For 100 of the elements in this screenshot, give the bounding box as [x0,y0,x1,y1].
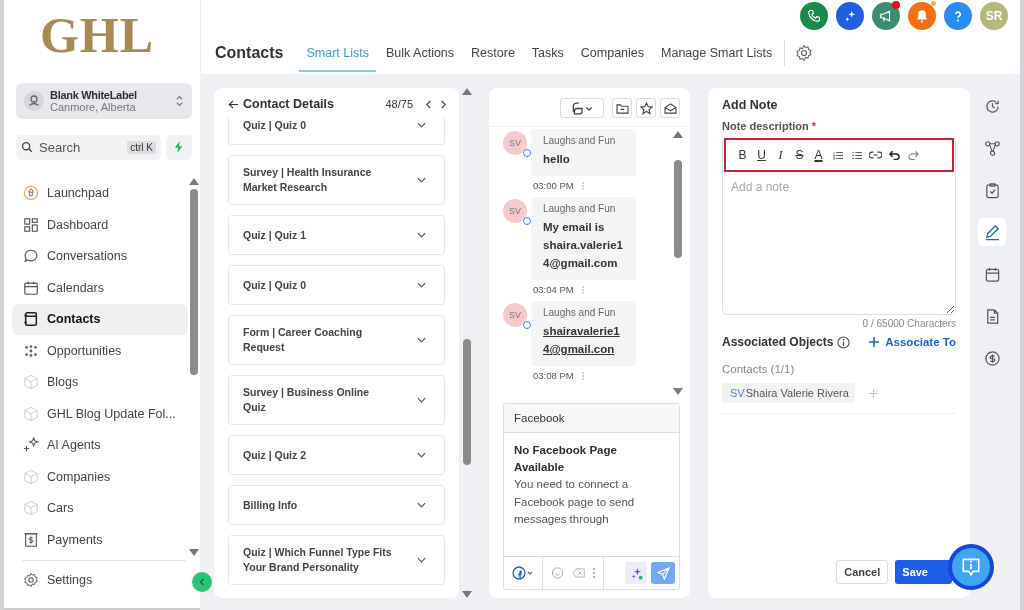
support-chat-button[interactable] [948,544,994,590]
ai-button[interactable] [625,562,647,584]
tab[interactable]: Bulk Actions [378,34,462,72]
sidebar-tab[interactable] [978,218,1006,246]
search-input[interactable]: Search [37,138,124,156]
help-button[interactable] [944,2,972,30]
section-title: Associated Objects [722,335,834,349]
chevron-down-icon [417,282,426,288]
nav-item[interactable]: Launchpad [12,177,188,209]
calendar-icon [23,279,39,296]
nav-item[interactable]: Blogs [12,366,188,398]
dots-icon [23,342,39,359]
page-title: Contacts [215,44,284,62]
collapsible-section[interactable]: Quiz | Quiz 0 [228,265,445,305]
sender-name: Laughs and Fun [543,307,617,318]
scrollbar[interactable] [461,88,473,598]
nav-item[interactable]: Opportunities [12,335,188,367]
field-label: Note description * [722,120,818,132]
dashboard-icon [23,216,39,233]
message-time: 03:04 PM [533,284,574,295]
search-icon [21,141,33,153]
chevron-down-icon [417,502,426,508]
bullet-list-icon [851,150,862,160]
cube-icon [23,500,39,517]
previous-icon[interactable] [425,99,432,109]
channel-title: Facebook [504,404,679,433]
star-icon [639,101,653,115]
notifications-button[interactable] [908,2,936,30]
workflow-icon [983,139,1001,157]
nav-item[interactable]: Conversations [12,240,188,272]
info-icon[interactable] [837,335,851,349]
calendar-icon [983,265,1001,283]
nav-item[interactable]: Contacts [12,303,188,335]
underline-button[interactable]: U [753,146,770,164]
nav-item[interactable]: GHL Blog Update Fol... [12,398,188,430]
italic-button[interactable]: I [772,146,789,164]
launchpad-icon [23,185,39,202]
collapsible-section[interactable]: Quiz | Quiz 2 [228,435,445,475]
save-button[interactable]: Save [895,560,952,584]
lightning-icon [174,141,184,153]
settings-icon [23,572,39,589]
strikethrough-button[interactable]: S [791,146,808,164]
cancel-button[interactable]: Cancel [836,560,889,584]
settings-icon[interactable] [795,44,814,62]
account-name: Blank WhiteLabel [50,88,138,101]
channel-filter-button[interactable] [560,98,604,118]
associate-button[interactable]: Associate To [869,336,956,348]
chevron-down-icon [417,232,426,238]
contact-chip[interactable]: SVShaira Valerie Rivera [722,383,855,403]
notification-dot [892,1,900,9]
info-chat-icon [960,556,982,578]
collapsible-section[interactable]: Survey | Business Online Quiz [228,375,445,425]
collapsible-section[interactable]: Quiz | Quiz 0 [228,117,445,145]
phone-button[interactable] [800,2,828,30]
scrollbar[interactable] [672,131,684,395]
panel-title: Contact Details [243,97,335,111]
record-position: 48/75 [385,98,413,110]
nav-item[interactable]: Dashboard [12,209,188,241]
note-editor[interactable]: B U I S A Add a note [722,138,956,315]
shortcut-hint: ctrl K [127,140,156,154]
scrollbar[interactable] [188,177,200,556]
chevron-down-icon [417,337,426,343]
nav-item[interactable]: Companies [12,461,188,493]
mail-button[interactable] [660,98,680,118]
next-icon[interactable] [440,99,447,109]
nav-item[interactable]: Payments [12,524,188,556]
chevron-down-icon [417,557,426,563]
tab[interactable]: Restore [464,34,522,72]
tab[interactable]: Tasks [524,34,571,72]
sparkle-button[interactable] [836,2,864,30]
bold-button[interactable]: B [734,146,751,164]
collapsible-section[interactable]: Quiz | Quiz 1 [228,215,445,255]
collapsible-section[interactable]: Form | Career Coaching Request [228,315,445,365]
folder-button[interactable] [612,98,632,118]
nav-item[interactable]: AI Agents [12,429,188,461]
numbered-list-icon [832,150,843,160]
settings-item[interactable]: Settings [22,564,186,596]
account-location: Canmore, Alberta [50,100,137,113]
cube-icon [23,468,39,485]
tab[interactable]: Companies [573,34,652,72]
search-field[interactable]: Search ctrl K [16,134,161,160]
message-time: 03:00 PM [533,180,574,191]
back-arrow-icon[interactable] [228,98,239,110]
star-button[interactable] [636,98,656,118]
logo: GHL [38,6,156,65]
collapsible-section[interactable]: Quiz | Which Funnel Type Fits Your Brand Personality [228,535,445,585]
account-switcher[interactable]: Blank WhiteLabel Canmore, Alberta [16,82,192,119]
collapsible-section[interactable]: Survey | Health Insurance Market Research [228,155,445,205]
megaphone-button[interactable] [872,2,900,30]
text-color-button[interactable]: A [810,146,827,164]
tab[interactable]: Manage Smart Lists [654,34,780,72]
megaphone-icon [879,9,893,23]
collapsible-section[interactable]: Billing Info [228,485,445,525]
notice-heading: No Facebook Page Available [514,443,618,475]
email-link[interactable]: shairavalerie14@gmail.con [543,322,624,358]
cube-icon [23,374,39,391]
message-time: 03:08 PM [533,370,574,381]
nav-item[interactable]: Cars [12,492,188,524]
nav-item[interactable]: Calendars [12,272,188,304]
collapse-button[interactable] [192,571,212,592]
